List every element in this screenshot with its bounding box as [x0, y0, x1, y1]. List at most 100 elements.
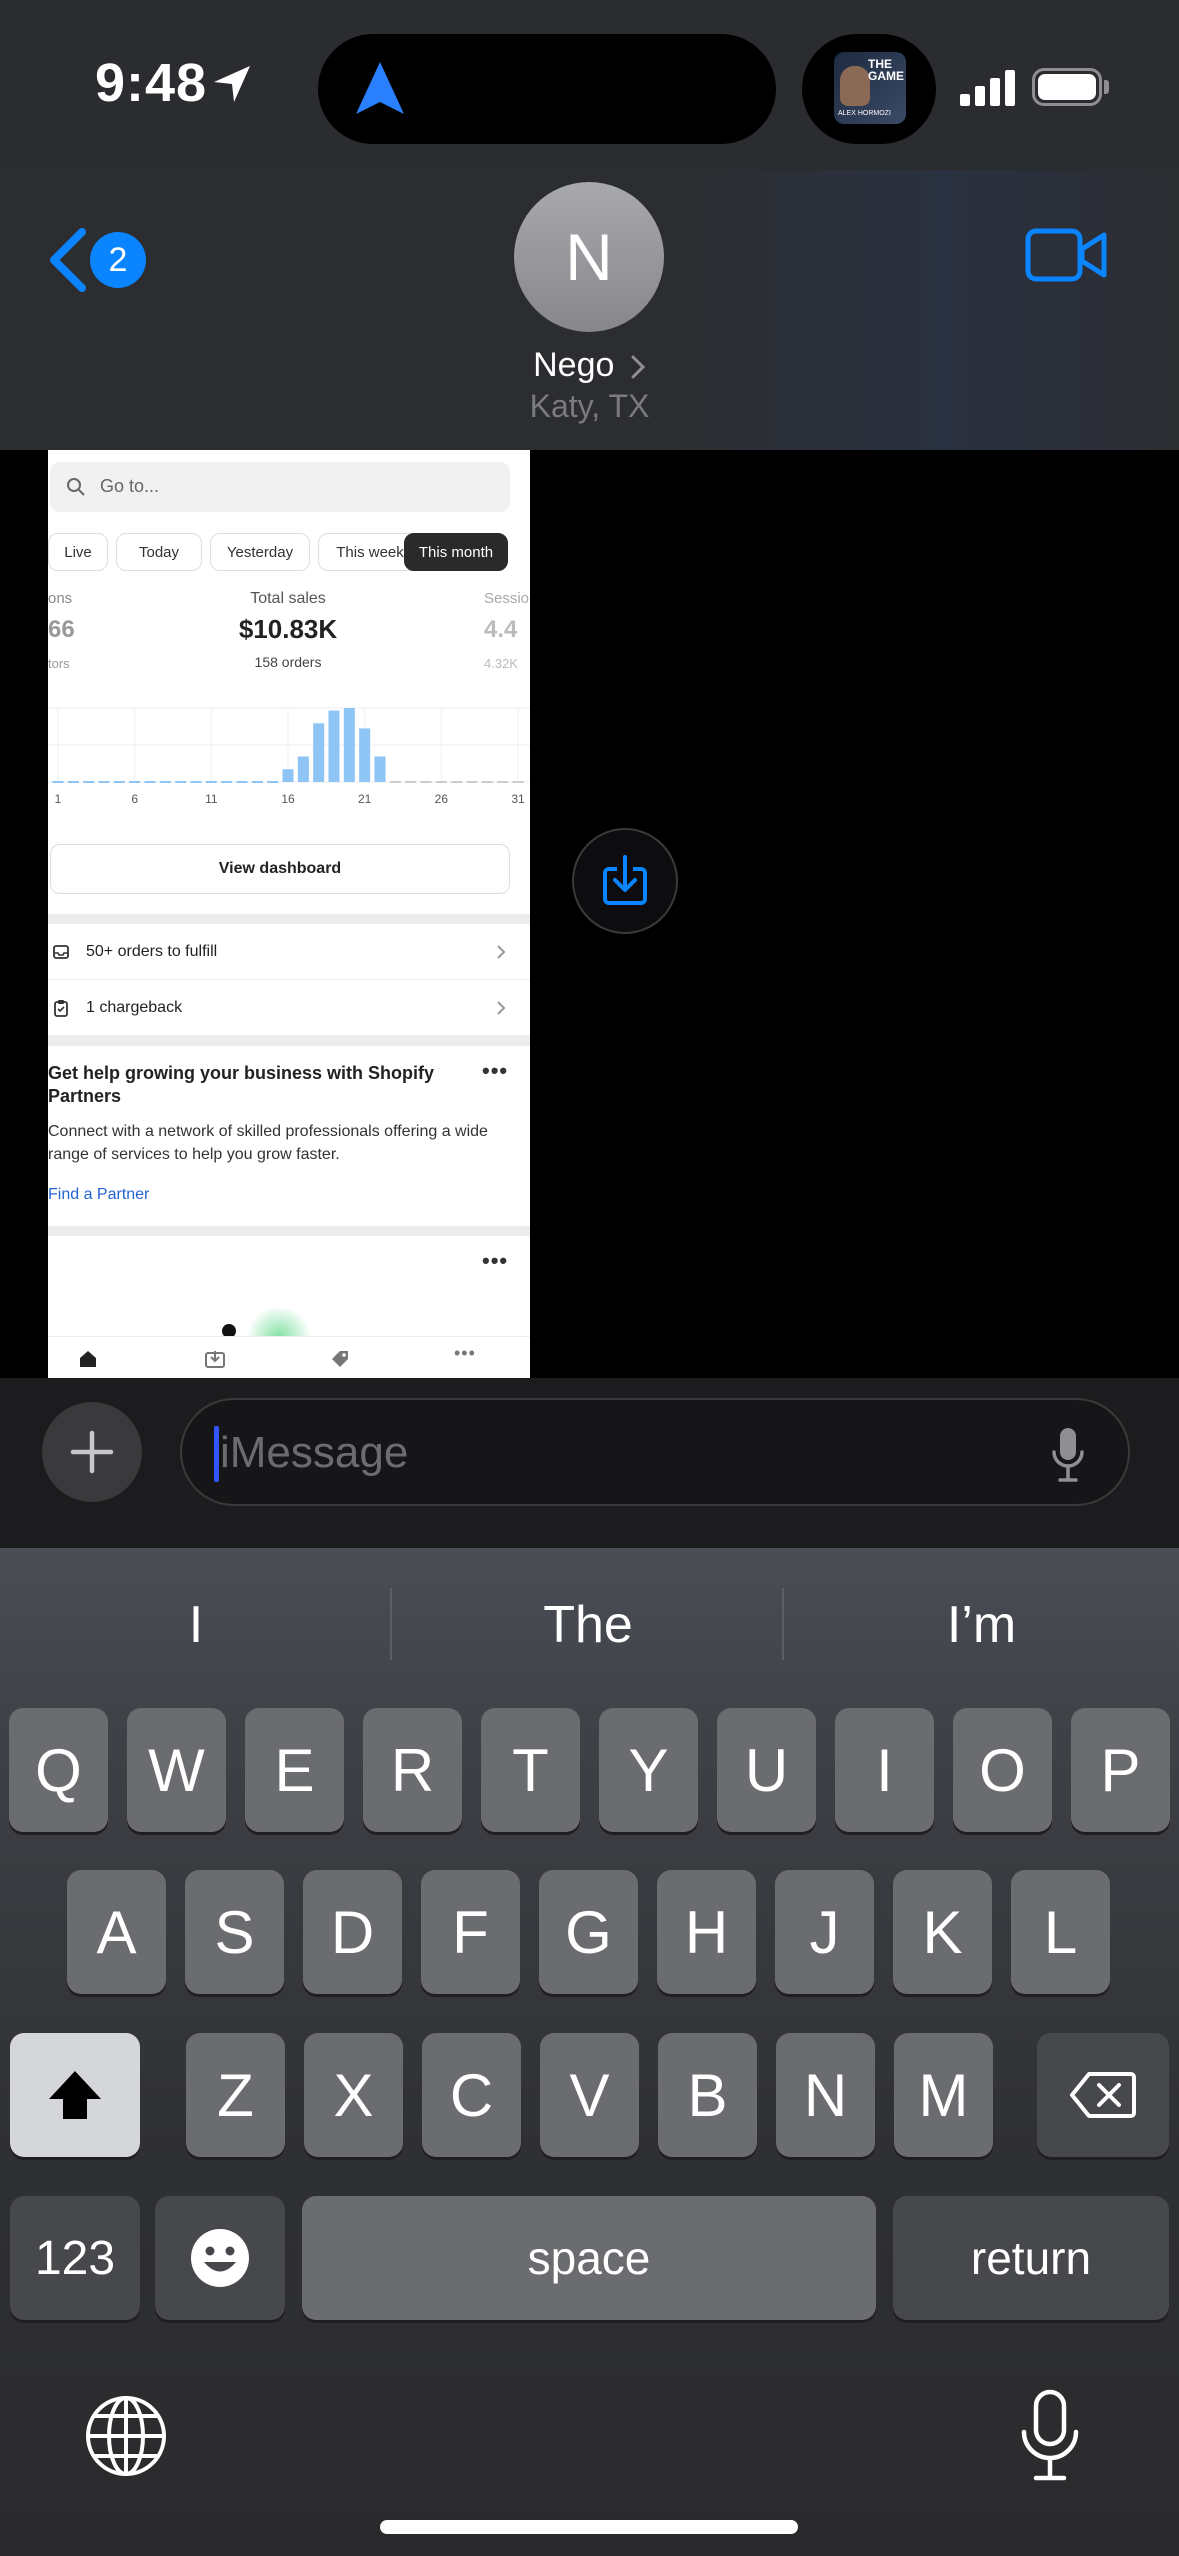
key-s[interactable]: S [185, 1870, 284, 1994]
host-portrait [840, 66, 870, 106]
return-key[interactable]: return [893, 2196, 1169, 2320]
search-icon [67, 478, 85, 496]
total-sales-label: Total sales [250, 590, 326, 607]
contact-subtitle: Katy, TX [529, 388, 650, 424]
chevron-right-icon [631, 355, 645, 379]
home-indicator[interactable] [380, 2520, 798, 2534]
location-arrow-icon [214, 66, 250, 102]
tag-icon[interactable] [330, 1349, 350, 1369]
orders-icon[interactable] [204, 1349, 226, 1369]
key-u[interactable]: U [717, 1708, 816, 1832]
key-q[interactable]: Q [9, 1708, 108, 1832]
artwork-title: THE GAME [868, 57, 904, 83]
chart-x-tick: 11 [205, 792, 218, 806]
view-dashboard-button[interactable]: View dashboard [50, 844, 510, 894]
filter-chip-this-month[interactable]: This month [404, 533, 508, 571]
bottom-tab-bar: ••• [48, 1336, 530, 1378]
facetime-video-icon[interactable] [1024, 225, 1108, 285]
metric-right-sub: 4.32K [484, 656, 518, 671]
search-bar[interactable]: Go to... [50, 462, 510, 512]
partners-card-title: Get help growing your business with Shop… [48, 1063, 435, 1106]
key-v[interactable]: V [540, 2033, 639, 2157]
emoji-key[interactable] [155, 2196, 285, 2320]
chevron-left-icon [50, 228, 86, 292]
compose-bar: iMessage [0, 1378, 1179, 1548]
key-a[interactable]: A [67, 1870, 166, 1994]
key-p[interactable]: P [1071, 1708, 1170, 1832]
search-placeholder: Go to... [100, 476, 160, 496]
key-j[interactable]: J [775, 1870, 874, 1994]
image-attachment[interactable]: Go to... Live Today Yesterday This week … [48, 450, 530, 1378]
more-options-icon[interactable]: ••• [482, 1248, 508, 1274]
key-r[interactable]: R [363, 1708, 462, 1832]
home-icon[interactable] [78, 1349, 98, 1369]
key-t[interactable]: T [481, 1708, 580, 1832]
chevron-right-icon [497, 1000, 506, 1015]
row-label: 50+ orders to fulfill [86, 942, 218, 960]
key-m[interactable]: M [894, 2033, 993, 2157]
key-o[interactable]: O [953, 1708, 1052, 1832]
now-playing-island[interactable]: THE GAME ALEX HORMOZI [802, 34, 936, 144]
chart-bar [313, 723, 325, 782]
suggestion-3[interactable]: I’m [784, 1590, 1179, 1660]
chart-bar [297, 756, 309, 782]
inbox-icon [53, 944, 69, 959]
metric-left-value: 66 [48, 616, 75, 643]
space-key[interactable]: space [302, 2196, 876, 2320]
filter-chip-yesterday[interactable]: Yesterday [210, 533, 310, 571]
key-i[interactable]: I [835, 1708, 934, 1832]
save-attachment-button[interactable] [572, 828, 678, 934]
contact-name: Nego [533, 346, 615, 384]
apps-plus-button[interactable] [42, 1402, 142, 1502]
plus-icon [70, 1430, 114, 1474]
key-x[interactable]: X [304, 2033, 403, 2157]
message-input[interactable]: iMessage [180, 1398, 1130, 1506]
orders-to-fulfill-row[interactable]: 50+ orders to fulfill [48, 924, 530, 980]
keyboard-dictation-icon[interactable] [1016, 2388, 1084, 2484]
emoji-icon [191, 2229, 249, 2287]
delete-key[interactable] [1037, 2033, 1169, 2157]
partners-card-body: Connect with a network of skilled profes… [48, 1123, 488, 1163]
shift-arrow-icon [49, 2071, 101, 2119]
contact-avatar[interactable]: N [514, 182, 664, 332]
battery-cap [1104, 80, 1109, 94]
find-partner-link[interactable]: Find a Partner [48, 1186, 149, 1204]
more-options-icon[interactable]: ••• [482, 1058, 508, 1084]
key-f[interactable]: F [421, 1870, 520, 1994]
key-l[interactable]: L [1011, 1870, 1110, 1994]
chart-bar [374, 756, 386, 782]
dynamic-island[interactable] [318, 34, 776, 144]
back-button[interactable]: 2 [46, 220, 156, 300]
key-e[interactable]: E [245, 1708, 344, 1832]
key-h[interactable]: H [657, 1870, 756, 1994]
numbers-key[interactable]: 123 [10, 2196, 140, 2320]
suggestion-1[interactable]: I [0, 1590, 392, 1660]
key-n[interactable]: N [776, 2033, 875, 2157]
more-icon[interactable]: ••• [454, 1343, 476, 1364]
key-k[interactable]: K [893, 1870, 992, 1994]
metric-right-label: Sessio [484, 590, 530, 607]
key-y[interactable]: Y [599, 1708, 698, 1832]
key-g[interactable]: G [539, 1870, 638, 1994]
metric-right-value: 4.4 [484, 616, 518, 643]
artwork-caption: ALEX HORMOZI [838, 110, 891, 117]
key-d[interactable]: D [303, 1870, 402, 1994]
metric-left-label: ons [48, 590, 73, 607]
key-b[interactable]: B [658, 2033, 757, 2157]
filter-chip-today[interactable]: Today [116, 533, 202, 571]
key-w[interactable]: W [127, 1708, 226, 1832]
download-icon [603, 855, 647, 905]
chargeback-row[interactable]: 1 chargeback [48, 980, 530, 1036]
chevron-right-icon [497, 944, 506, 959]
suggestion-2[interactable]: The [392, 1590, 784, 1660]
total-orders-count: 158 orders [254, 654, 322, 670]
dictation-mic-icon[interactable] [1048, 1424, 1088, 1484]
chart-x-tick: 31 [511, 792, 525, 806]
section-divider [48, 914, 530, 924]
key-z[interactable]: Z [186, 2033, 285, 2157]
contact-name-row[interactable]: Nego [0, 346, 1179, 385]
shift-key[interactable] [10, 2033, 140, 2157]
globe-icon[interactable] [84, 2394, 168, 2478]
filter-chip-live[interactable]: Live [48, 533, 108, 571]
key-c[interactable]: C [422, 2033, 521, 2157]
